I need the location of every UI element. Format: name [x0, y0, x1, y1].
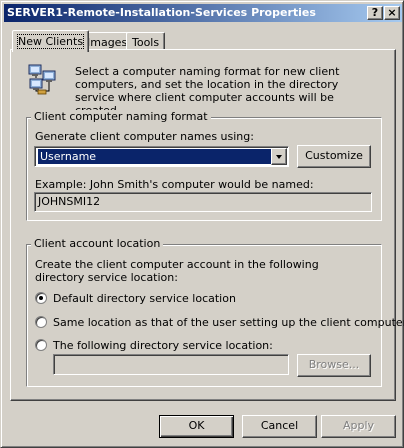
apply-button[interactable]: Apply — [321, 415, 396, 438]
properties-dialog: SERVER1-Remote-Installation-Services Pro… — [0, 0, 404, 448]
tab-images-label: Images — [87, 36, 128, 49]
example-label: Example: John Smith's computer would be … — [35, 178, 314, 191]
location-description: Create the client computer account in th… — [35, 258, 319, 284]
dropdown-arrow-icon[interactable] — [271, 148, 287, 165]
cancel-button[interactable]: Cancel — [242, 415, 317, 438]
account-location-legend: Client account location — [31, 237, 164, 250]
naming-format-legend: Client computer naming format — [31, 110, 211, 123]
location-path-field[interactable] — [53, 354, 289, 375]
title-bar[interactable]: SERVER1-Remote-Installation-Services Pro… — [4, 4, 402, 22]
browse-button-label: Browse... — [308, 358, 360, 371]
ok-button-label: OK — [188, 419, 205, 432]
window-title: SERVER1-Remote-Installation-Services Pro… — [7, 6, 316, 19]
cancel-button-label: Cancel — [260, 419, 299, 432]
radio-following-location-label[interactable]: The following directory service location… — [53, 339, 273, 352]
naming-format-selected: Username — [38, 149, 271, 164]
radio-default-location[interactable] — [35, 292, 47, 304]
network-computers-icon — [28, 64, 56, 95]
radio-default-location-label[interactable]: Default directory service location — [53, 292, 236, 305]
apply-button-label: Apply — [342, 419, 375, 432]
tab-tools-label: Tools — [132, 36, 160, 49]
customize-button-label: Customize — [305, 149, 363, 162]
tab-new-clients-label: New Clients — [16, 34, 85, 49]
close-icon: × — [387, 6, 397, 19]
help-button[interactable]: ? — [367, 6, 383, 20]
customize-button[interactable]: Customize — [297, 145, 371, 168]
example-name-field: JOHNSMI12 — [34, 192, 372, 212]
naming-format-select[interactable]: Username — [34, 146, 289, 167]
generate-names-label: Generate client computer names using: — [35, 130, 254, 143]
close-button[interactable]: × — [384, 6, 400, 20]
example-name-value: JOHNSMI12 — [38, 195, 101, 208]
tab-new-clients[interactable]: New Clients — [12, 30, 90, 52]
help-icon: ? — [371, 6, 379, 19]
radio-same-as-user-label[interactable]: Same location as that of the user settin… — [53, 316, 404, 329]
radio-same-as-user[interactable] — [35, 316, 47, 328]
browse-button[interactable]: Browse... — [297, 354, 371, 377]
ok-button[interactable]: OK — [159, 415, 234, 438]
radio-following-location[interactable] — [35, 339, 47, 351]
